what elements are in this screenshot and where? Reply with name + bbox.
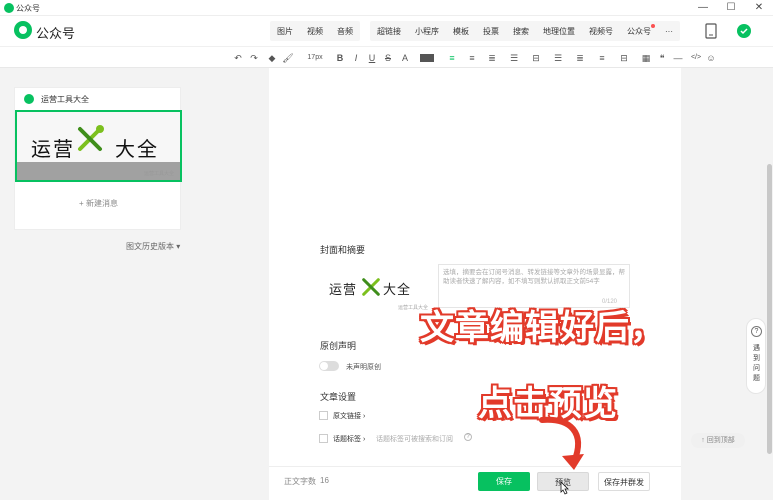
ordered-list-icon[interactable]: ≣: [574, 51, 586, 65]
article-cover-thumbnail[interactable]: 运营 大全 运营工具大全: [15, 110, 182, 182]
original-toggle[interactable]: [319, 361, 339, 371]
tutorial-caption-1: 文章编辑好后，: [420, 309, 665, 347]
line-spacing-icon[interactable]: ≣: [486, 51, 498, 65]
font-size-select[interactable]: 17px: [302, 51, 328, 65]
window-titlebar: 公众号 — ☐ ✕: [0, 0, 773, 16]
cover-watermark: 运营工具大全: [143, 171, 174, 177]
maximize-button[interactable]: ☐: [717, 0, 745, 16]
account-name: 运营工具大全: [41, 95, 89, 104]
redo-icon[interactable]: ↷: [248, 51, 260, 65]
insert-account-label: 公众号: [627, 26, 651, 36]
original-declaration-title: 原创声明: [320, 341, 357, 351]
divider-icon[interactable]: —: [672, 51, 684, 65]
original-link-checkbox[interactable]: [319, 411, 328, 420]
insert-hyperlink-button[interactable]: 超链接: [370, 26, 408, 37]
topic-tag-hint: 话题标签可被搜索和订阅: [376, 436, 453, 443]
window-title: 公众号: [16, 4, 40, 13]
wrench-screwdriver-icon: [78, 125, 104, 151]
indent-less-icon[interactable]: ⊟: [618, 51, 630, 65]
article-list-card: 运营工具大全 运营 大全 运营工具大全 + 新建消息: [14, 87, 182, 230]
indent-more-icon[interactable]: ≡: [596, 51, 608, 65]
new-dot-icon: [651, 23, 655, 28]
emoji-icon[interactable]: ☺: [705, 51, 717, 65]
insert-channels-button[interactable]: 视频号: [582, 26, 620, 37]
original-toggle-label: 未声明原创: [346, 364, 381, 371]
minimize-button[interactable]: —: [689, 0, 717, 16]
background-color-icon[interactable]: [420, 54, 434, 62]
cover-summary-title: 封面和摘要: [320, 245, 366, 255]
word-count-label: 正文字数: [284, 477, 316, 486]
history-versions-link[interactable]: 图文历史版本 ▾: [126, 241, 180, 252]
save-and-mass-send-button[interactable]: 保存并群发: [598, 472, 650, 491]
bold-icon[interactable]: B: [334, 51, 346, 65]
media-insert-group: 图片 视频 音频: [270, 21, 360, 41]
more-insert-button[interactable]: ···: [658, 27, 680, 36]
topic-tag-checkbox[interactable]: [319, 434, 328, 443]
clear-format-icon[interactable]: ◆: [266, 51, 278, 65]
indent-icon[interactable]: ≡: [466, 51, 478, 65]
app-logo-icon: [4, 3, 14, 13]
insert-audio-button[interactable]: 音频: [330, 26, 360, 37]
strikethrough-icon[interactable]: S: [382, 51, 394, 65]
format-toolbar: ↶ ↷ ◆ 🖌 17px B I U S A ≡ ≡ ≣ ☰ ⊟ ☰ ≣ ≡ ⊟…: [0, 46, 773, 68]
account-row[interactable]: 运营工具大全: [15, 88, 182, 110]
insert-miniprogram-button[interactable]: 小程序: [408, 26, 446, 37]
wrench-screwdriver-icon: [362, 278, 380, 296]
underline-icon[interactable]: U: [366, 51, 378, 65]
brand-logo-icon: [14, 21, 32, 39]
new-message-button[interactable]: + 新建消息: [15, 198, 182, 209]
insert-vote-button[interactable]: 投票: [476, 26, 506, 37]
cover-image-text-2: 大全: [383, 282, 412, 297]
align-left-icon[interactable]: ≡: [446, 51, 458, 65]
account-avatar-icon: [24, 94, 34, 104]
back-to-top-button[interactable]: ↑ 回到顶部: [691, 433, 745, 448]
topic-tag-label[interactable]: 话题标签 ›: [333, 434, 365, 444]
insert-template-button[interactable]: 模板: [446, 26, 476, 37]
content-insert-group: 超链接 小程序 模板 投票 搜索 地理位置 视频号 公众号 ···: [370, 21, 680, 41]
font-color-icon[interactable]: A: [398, 51, 412, 65]
vertical-scrollbar[interactable]: [766, 68, 773, 500]
help-widget[interactable]: ? 遇到问题: [746, 318, 766, 394]
list-icon[interactable]: ☰: [508, 51, 520, 65]
phone-preview-icon[interactable]: [700, 21, 722, 41]
table-icon[interactable]: ▦: [640, 51, 652, 65]
scrollbar-thumb[interactable]: [767, 164, 772, 454]
brand-name: 公众号: [36, 26, 76, 41]
cover-text-1: 运营: [31, 139, 75, 161]
save-button[interactable]: 保存: [478, 472, 530, 491]
italic-icon[interactable]: I: [350, 51, 362, 65]
undo-icon[interactable]: ↶: [232, 51, 244, 65]
paragraph-spacing-icon[interactable]: ⊟: [530, 51, 542, 65]
code-icon[interactable]: </>: [688, 51, 704, 65]
chat-assistant-icon[interactable]: [733, 21, 755, 41]
help-widget-label: 遇到问题: [753, 345, 760, 382]
red-arrow-icon: [539, 416, 584, 470]
insert-account-button[interactable]: 公众号: [620, 23, 658, 37]
insert-search-button[interactable]: 搜索: [506, 26, 536, 37]
mouse-cursor-icon: [560, 481, 569, 495]
format-painter-icon[interactable]: 🖌: [282, 51, 294, 65]
word-count-value: 16: [320, 476, 329, 485]
original-link-label[interactable]: 原文链接 ›: [333, 411, 365, 421]
insert-video-button[interactable]: 视频: [300, 26, 330, 37]
topic-help-icon[interactable]: ?: [464, 433, 472, 441]
close-button[interactable]: ✕: [745, 0, 773, 16]
unordered-list-icon[interactable]: ☰: [552, 51, 564, 65]
help-question-icon: ?: [751, 326, 762, 337]
cover-text-2: 大全: [115, 139, 159, 161]
insert-location-button[interactable]: 地理位置: [536, 26, 582, 37]
cover-image-text-1: 运营: [329, 282, 358, 297]
insert-image-button[interactable]: 图片: [270, 26, 300, 37]
article-settings-title: 文章设置: [320, 392, 357, 402]
quote-icon[interactable]: ❝: [656, 51, 668, 65]
